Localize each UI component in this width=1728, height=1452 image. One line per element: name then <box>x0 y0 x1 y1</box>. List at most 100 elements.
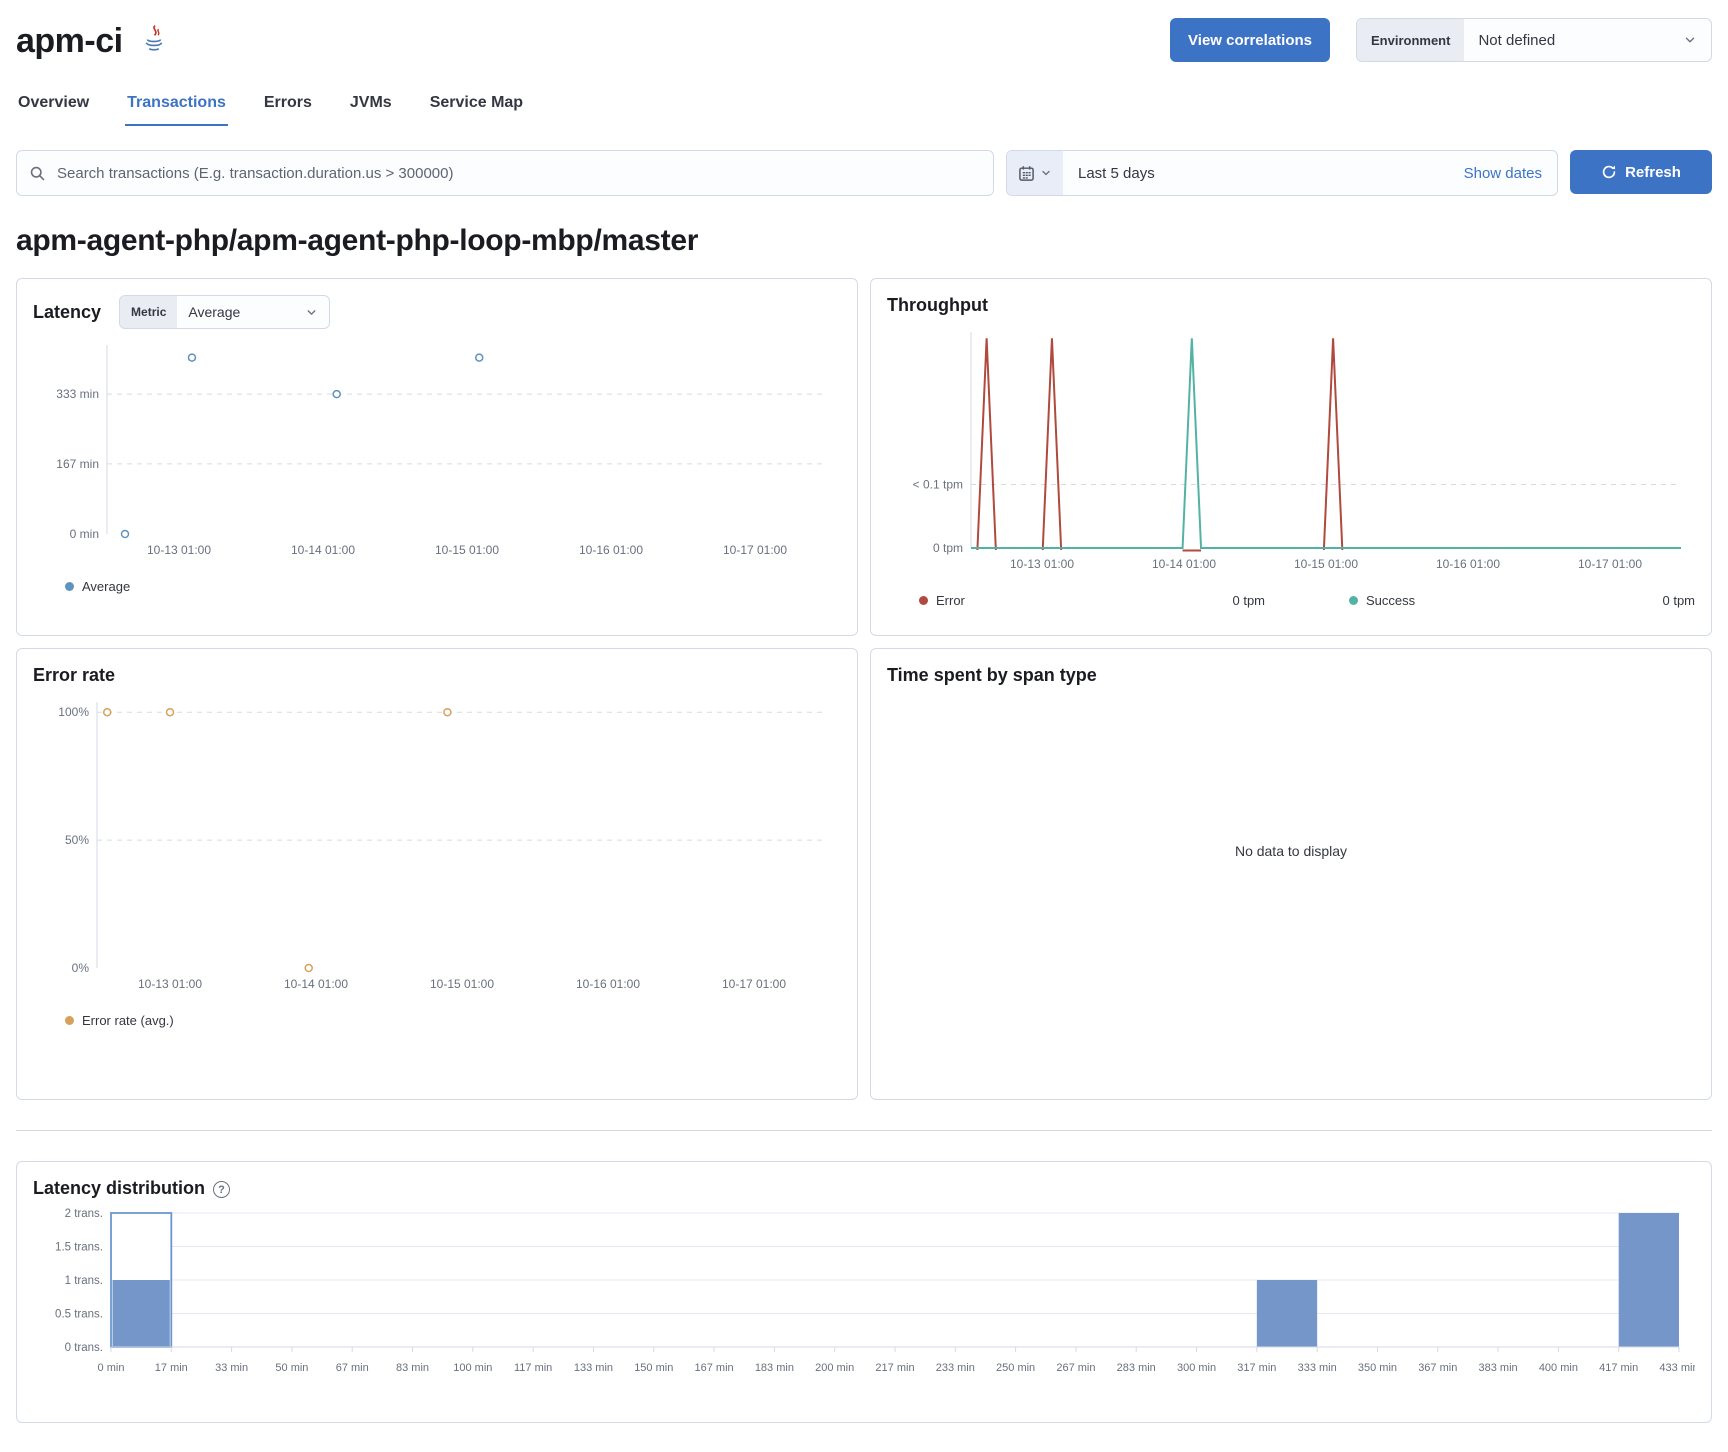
date-range-value[interactable]: Last 5 days <box>1063 151 1155 195</box>
error-rate-chart[interactable]: 100%50%0%10-13 01:0010-14 01:0010-15 01:… <box>33 692 841 999</box>
svg-text:400 min: 400 min <box>1539 1362 1578 1374</box>
svg-text:1.5 trans.: 1.5 trans. <box>55 1242 103 1254</box>
svg-text:10-17 01:00: 10-17 01:00 <box>723 543 787 557</box>
view-correlations-button[interactable]: View correlations <box>1170 18 1330 62</box>
svg-text:183 min: 183 min <box>755 1362 794 1374</box>
svg-text:333 min: 333 min <box>56 387 99 401</box>
latency-distribution-chart[interactable]: 2 trans. 1.5 trans. 1 trans. 0.5 trans. 0 tr… <box>33 1205 1695 1382</box>
tabs: Overview Transactions Errors JVMs Service Ma… <box>16 90 1712 126</box>
environment-value: Not defined <box>1478 32 1555 49</box>
tab-service-map[interactable]: Service Map <box>428 90 525 126</box>
search-icon <box>29 165 46 182</box>
throughput-chart[interactable]: < 0.1 tpm0 tpm10-13 01:0010-14 01:0010-1… <box>887 322 1695 579</box>
svg-text:10-14 01:00: 10-14 01:00 <box>1152 557 1216 571</box>
svg-text:33 min: 33 min <box>215 1362 248 1374</box>
svg-text:10-13 01:00: 10-13 01:00 <box>147 543 211 557</box>
legend-item-success[interactable]: Success 0 tpm <box>1349 593 1695 608</box>
apm-service-page: apm-ci View correlations Environment Not… <box>0 0 1728 1423</box>
svg-text:1 trans.: 1 trans. <box>65 1275 103 1287</box>
svg-text:217 min: 217 min <box>875 1362 914 1374</box>
svg-text:0 trans.: 0 trans. <box>65 1342 103 1354</box>
svg-text:0 min: 0 min <box>98 1362 125 1374</box>
svg-text:< 0.1 tpm: < 0.1 tpm <box>913 477 963 491</box>
help-icon[interactable]: ? <box>213 1181 230 1198</box>
error-rate-panel: Error rate 100%50%0%10-13 01:0010-14 01:… <box>16 648 858 1100</box>
environment-select[interactable]: Not defined <box>1464 19 1711 61</box>
toolbar: Last 5 days Show dates Refresh <box>16 150 1712 196</box>
svg-text:350 min: 350 min <box>1358 1362 1397 1374</box>
page-title: apm-ci <box>16 22 123 61</box>
quick-select-button[interactable] <box>1007 151 1063 195</box>
svg-text:67 min: 67 min <box>336 1362 369 1374</box>
svg-text:10-16 01:00: 10-16 01:00 <box>1436 557 1500 571</box>
svg-text:100%: 100% <box>58 705 89 719</box>
calendar-icon <box>1018 165 1035 182</box>
svg-text:367 min: 367 min <box>1418 1362 1457 1374</box>
latency-chart[interactable]: 333 min 167 min 0 min 10-13 01:00 10-14 01:0… <box>33 335 841 565</box>
legend-item-error[interactable]: Error 0 tpm <box>919 593 1265 608</box>
svg-text:10-15 01:00: 10-15 01:00 <box>430 977 494 991</box>
svg-text:17 min: 17 min <box>155 1362 188 1374</box>
svg-text:10-14 01:00: 10-14 01:00 <box>291 543 355 557</box>
legend-value: 0 tpm <box>1662 593 1695 608</box>
environment-label: Environment <box>1357 19 1464 61</box>
svg-text:417 min: 417 min <box>1599 1362 1638 1374</box>
search-input[interactable] <box>17 151 993 195</box>
svg-text:167 min: 167 min <box>695 1362 734 1374</box>
svg-text:233 min: 233 min <box>936 1362 975 1374</box>
legend-value: 0 tpm <box>1232 593 1265 608</box>
refresh-button[interactable]: Refresh <box>1570 150 1712 194</box>
metric-select[interactable]: Average <box>177 296 329 328</box>
search-box <box>16 150 994 196</box>
throughput-panel: Throughput < 0.1 tpm0 tpm10-13 01:0010-1… <box>870 278 1712 636</box>
svg-text:250 min: 250 min <box>996 1362 1035 1374</box>
latency-distribution-title: Latency distribution <box>33 1178 205 1199</box>
legend-label: Error rate (avg.) <box>82 1013 174 1028</box>
svg-text:2 trans.: 2 trans. <box>65 1208 103 1220</box>
svg-text:100 min: 100 min <box>453 1362 492 1374</box>
charts-grid: Latency Metric Average 333 min 167 min 0 m… <box>16 278 1712 1100</box>
svg-text:283 min: 283 min <box>1117 1362 1156 1374</box>
throughput-title: Throughput <box>887 295 1695 316</box>
svg-text:433 min: 433 min <box>1659 1362 1695 1374</box>
svg-text:10-15 01:00: 10-15 01:00 <box>435 543 499 557</box>
tab-errors[interactable]: Errors <box>262 90 314 126</box>
svg-text:383 min: 383 min <box>1479 1362 1518 1374</box>
tab-jvms[interactable]: JVMs <box>348 90 394 126</box>
svg-text:0%: 0% <box>72 961 90 975</box>
svg-text:10-16 01:00: 10-16 01:00 <box>579 543 643 557</box>
chevron-down-icon <box>1683 33 1697 47</box>
tab-overview[interactable]: Overview <box>16 90 91 126</box>
service-title: apm-agent-php/apm-agent-php-loop-mbp/mas… <box>16 224 1712 258</box>
throughput-legend[interactable]: Error 0 tpm Success 0 tpm <box>887 593 1695 608</box>
chevron-down-icon <box>1040 167 1052 179</box>
no-data-message: No data to display <box>1235 843 1347 859</box>
error-rate-legend[interactable]: Error rate (avg.) <box>33 1013 841 1028</box>
svg-text:0 min: 0 min <box>70 527 99 541</box>
svg-text:50 min: 50 min <box>275 1362 308 1374</box>
svg-text:150 min: 150 min <box>634 1362 673 1374</box>
svg-text:300 min: 300 min <box>1177 1362 1216 1374</box>
legend-label: Success <box>1366 593 1415 608</box>
svg-text:0.5 trans.: 0.5 trans. <box>55 1309 103 1321</box>
span-type-panel: Time spent by span type No data to displ… <box>870 648 1712 1100</box>
latency-panel: Latency Metric Average 333 min 167 min 0 m… <box>16 278 858 636</box>
svg-text:333 min: 333 min <box>1298 1362 1337 1374</box>
svg-text:10-17 01:00: 10-17 01:00 <box>722 977 786 991</box>
svg-text:10-17 01:00: 10-17 01:00 <box>1578 557 1642 571</box>
legend-dot <box>919 596 928 605</box>
svg-text:317 min: 317 min <box>1237 1362 1276 1374</box>
latency-legend[interactable]: Average <box>33 579 841 594</box>
header: apm-ci View correlations Environment Not… <box>16 18 1712 62</box>
latency-title: Latency <box>33 302 101 323</box>
svg-text:10-13 01:00: 10-13 01:00 <box>138 977 202 991</box>
error-rate-title: Error rate <box>33 665 841 686</box>
metric-control: Metric Average <box>119 295 330 329</box>
svg-text:167 min: 167 min <box>56 457 99 471</box>
legend-label: Error <box>936 593 965 608</box>
latency-distribution-panel: Latency distribution ? 2 trans. 1.5 trans… <box>16 1161 1712 1423</box>
legend-label: Average <box>82 579 130 594</box>
legend-dot <box>65 1016 74 1025</box>
show-dates-link[interactable]: Show dates <box>1464 151 1557 195</box>
tab-transactions[interactable]: Transactions <box>125 90 228 126</box>
